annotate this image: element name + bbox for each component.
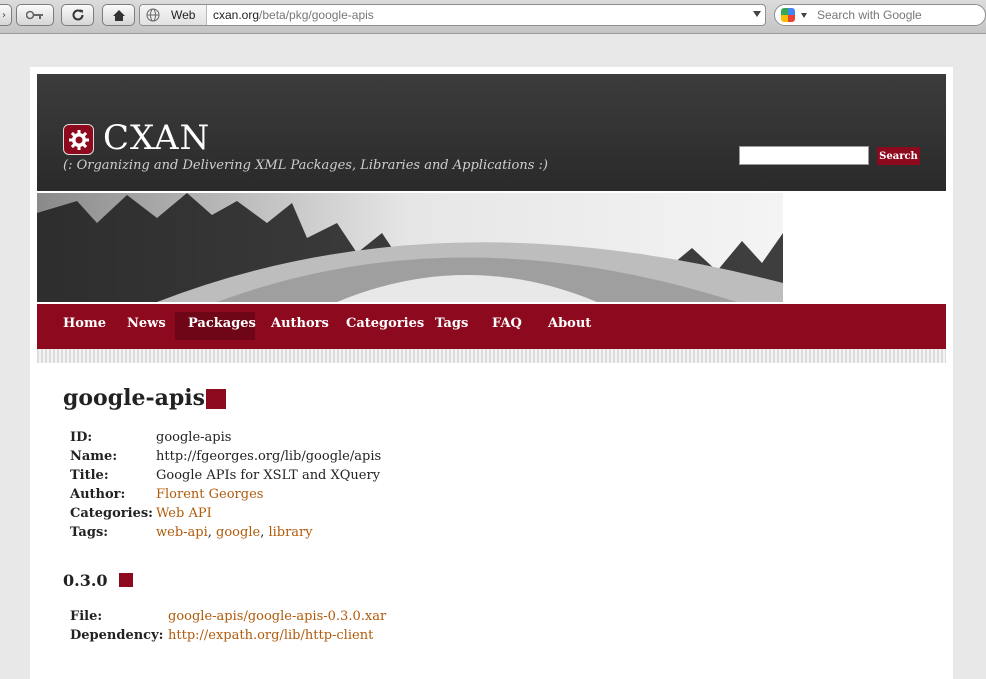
page-content: CXAN (: Organizing and Delivering XML Pa… [30, 67, 953, 679]
gear-icon[interactable] [63, 124, 94, 155]
detail-label: Tags: [70, 525, 109, 540]
nav-categories[interactable]: Categories [346, 316, 424, 331]
detail-label: Title: [70, 468, 109, 483]
author-link[interactable]: Florent Georges [156, 487, 263, 502]
gear-banner-image [37, 193, 783, 302]
site-header: CXAN (: Organizing and Delivering XML Pa… [37, 74, 946, 191]
detail-label: Name: [70, 449, 118, 464]
detail-row-name: Name: http://fgeorges.org/lib/google/apis [70, 449, 470, 468]
tag-separator: , [207, 525, 217, 540]
site-search-input[interactable] [739, 146, 869, 165]
site-name[interactable]: CXAN [103, 118, 210, 158]
google-icon [781, 8, 795, 22]
home-icon [112, 9, 125, 21]
detail-value: http://fgeorges.org/lib/google/apis [156, 449, 382, 464]
home-button[interactable] [102, 4, 135, 26]
chevron-down-icon[interactable] [801, 13, 807, 18]
category-link[interactable]: Web API [156, 506, 212, 521]
detail-label: Author: [70, 487, 126, 502]
tags-list: web-api, google, library [156, 525, 313, 540]
nav-divider [37, 349, 946, 363]
detail-row-categories: Categories: Web API [70, 506, 470, 525]
google-search-placeholder: Search with Google [817, 8, 922, 22]
url-domain: cxan.org [213, 8, 260, 22]
version-title: 0.3.0 [63, 571, 108, 590]
version-row-dependency: Dependency: http://expath.org/lib/http-cl… [70, 628, 490, 647]
nav-news[interactable]: News [127, 316, 166, 331]
detail-row-author: Author: Florent Georges [70, 487, 470, 506]
nav-tags[interactable]: Tags [435, 316, 468, 331]
globe-icon [146, 8, 160, 22]
reload-icon [72, 9, 83, 21]
nav-authors[interactable]: Authors [271, 316, 329, 331]
nav-home[interactable]: Home [63, 316, 106, 331]
browser-toolbar: › Web cxan.org/beta/pkg/google-apis Sear… [0, 0, 986, 34]
reload-button[interactable] [61, 4, 94, 26]
search-button[interactable]: Search [877, 147, 920, 165]
detail-row-title: Title: Google APIs for XSLT and XQuery [70, 468, 470, 487]
key-button[interactable] [16, 4, 54, 26]
detail-label: File: [70, 609, 103, 624]
tag-link[interactable]: web-api [156, 525, 208, 540]
back-button[interactable]: › [0, 4, 12, 26]
detail-label: Dependency: [70, 628, 164, 643]
detail-label: Categories: [70, 506, 153, 521]
key-icon [26, 10, 43, 20]
url-path: /beta/pkg/google-apis [259, 8, 374, 22]
detail-label: ID: [70, 430, 93, 445]
tag-link[interactable]: library [268, 525, 312, 540]
nav-faq[interactable]: FAQ [492, 316, 522, 331]
url-prefix-label: Web [171, 8, 196, 22]
url-search-engine-selector[interactable]: Web [140, 5, 207, 25]
version-row-file: File: google-apis/google-apis-0.3.0.xar [70, 609, 490, 628]
tag-link[interactable]: google [216, 525, 260, 540]
nav-packages[interactable]: Packages [188, 316, 256, 331]
nav-about[interactable]: About [548, 316, 591, 331]
detail-value: Google APIs for XSLT and XQuery [156, 468, 381, 483]
gear-banner-graphic [37, 193, 783, 302]
dependency-link[interactable]: http://expath.org/lib/http-client [168, 628, 373, 643]
url-dropdown-icon[interactable] [753, 11, 761, 17]
package-details: ID: google-apis Name: http://fgeorges.org/… [70, 430, 470, 544]
version-marker-icon [119, 573, 133, 587]
site-tagline: (: Organizing and Delivering XML Package… [63, 158, 548, 173]
file-link[interactable]: google-apis/google-apis-0.3.0.xar [168, 609, 386, 624]
page-title: google-apis [63, 385, 205, 411]
gear-icon-shape [68, 129, 89, 150]
detail-value: google-apis [156, 430, 232, 445]
url-text[interactable]: cxan.org/beta/pkg/google-apis [213, 8, 374, 22]
address-bar[interactable]: Web cxan.org/beta/pkg/google-apis [139, 4, 766, 26]
detail-row-id: ID: google-apis [70, 430, 470, 449]
title-marker-icon [206, 389, 226, 409]
main-nav: Home News Packages Authors Categories Ta… [37, 304, 946, 349]
detail-row-tags: Tags: web-api, google, library [70, 525, 470, 544]
version-details: File: google-apis/google-apis-0.3.0.xar D… [70, 609, 490, 647]
back-arrow-icon: › [2, 9, 6, 21]
google-search-field[interactable]: Search with Google [774, 4, 986, 26]
